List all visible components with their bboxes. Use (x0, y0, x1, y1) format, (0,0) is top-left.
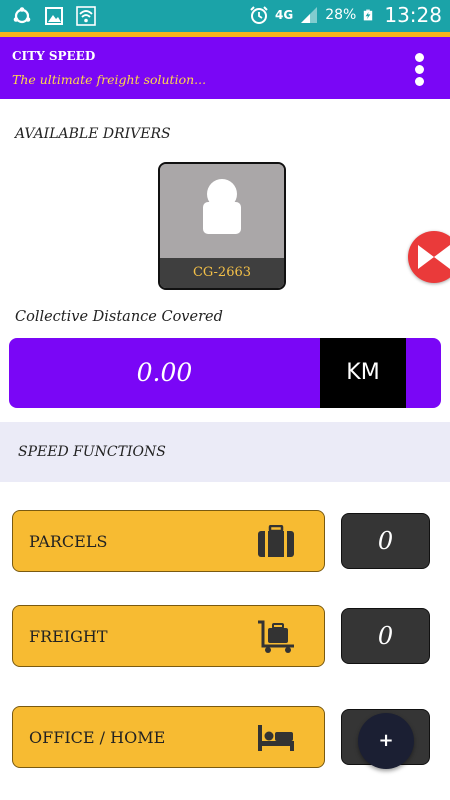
image-icon (45, 7, 63, 25)
briefcase-icon (258, 525, 294, 557)
alarm-icon (250, 6, 268, 24)
driver-card[interactable]: CG-2663 (158, 162, 286, 290)
sync-icon (13, 7, 31, 24)
distance-unit: KM (320, 338, 406, 408)
bed-icon (258, 725, 294, 751)
bowtie-icon (418, 245, 450, 269)
office-home-button[interactable]: OFFICE / HOME (12, 706, 325, 768)
distance-value: 0.00 (136, 358, 193, 387)
functions-heading: SPEED FUNCTIONS (18, 444, 166, 460)
function-row-freight: FREIGHT 0 (0, 605, 450, 669)
clock: 13:28 (384, 3, 442, 27)
app-bar: CITY SPEED The ultimate freight solution… (0, 37, 450, 99)
person-placeholder-icon (203, 179, 241, 234)
status-bar: 4G 28% 13:28 (0, 0, 450, 32)
office-home-label: OFFICE / HOME (29, 728, 166, 747)
overflow-menu-icon[interactable] (412, 53, 426, 89)
freight-button[interactable]: FREIGHT (12, 605, 325, 667)
distance-heading: Collective Distance Covered (15, 309, 223, 325)
avatar (160, 164, 284, 260)
function-row-parcels: PARCELS 0 (0, 510, 450, 574)
app-subtitle: The ultimate freight solution... (12, 72, 207, 87)
parcels-button[interactable]: PARCELS (12, 510, 325, 572)
freight-count: 0 (341, 608, 430, 664)
media-toggle-button[interactable] (408, 231, 450, 283)
driver-plate: CG-2663 (160, 258, 284, 288)
network-type: 4G (275, 8, 294, 22)
luggage-trolley-icon (258, 620, 294, 653)
add-button[interactable]: + (358, 713, 414, 769)
distance-panel: 0.00 KM (9, 338, 441, 408)
battery-percent: 28% (325, 7, 357, 23)
drivers-heading: AVAILABLE DRIVERS (15, 126, 171, 142)
freight-label: FREIGHT (29, 627, 108, 646)
app-title: CITY SPEED (12, 49, 96, 63)
wifi-icon (76, 6, 96, 26)
functions-header: SPEED FUNCTIONS (0, 422, 450, 482)
parcels-label: PARCELS (29, 532, 108, 551)
signal-icon (301, 7, 318, 23)
battery-charging-icon (364, 9, 373, 21)
parcels-count: 0 (341, 513, 430, 569)
